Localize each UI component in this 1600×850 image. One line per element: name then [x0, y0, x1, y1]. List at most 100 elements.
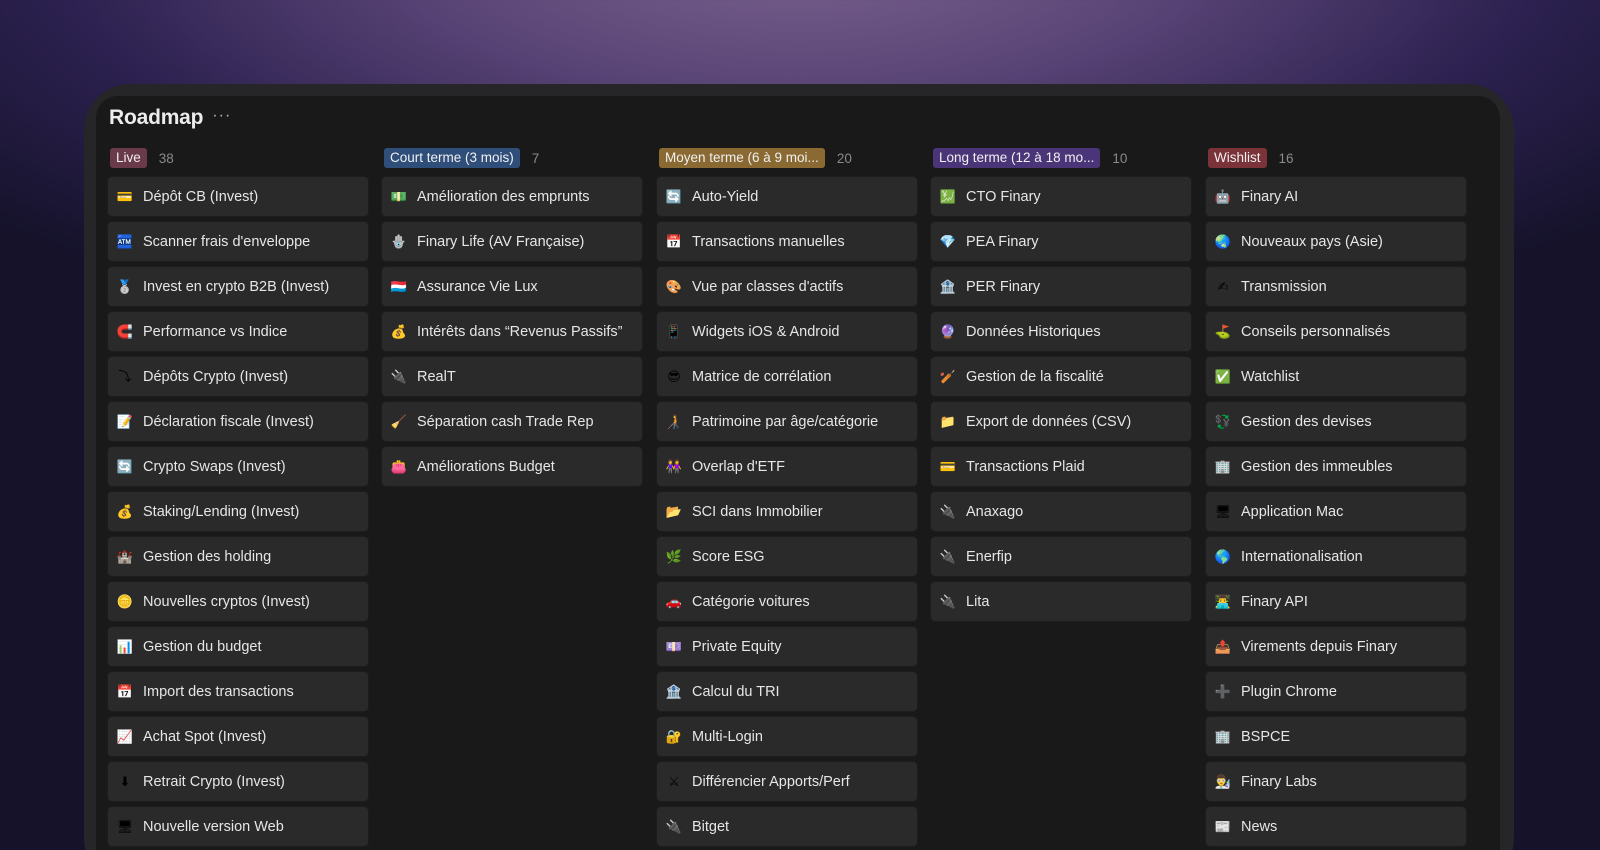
- roadmap-card[interactable]: 🔮 Données Historiques: [931, 312, 1191, 351]
- roadmap-card[interactable]: 📂 SCI dans Immobilier: [657, 492, 917, 531]
- column-status-tag[interactable]: Wishlist: [1208, 148, 1267, 168]
- roadmap-card[interactable]: 💹 CTO Finary: [931, 177, 1191, 216]
- card-label: Bitget: [692, 818, 730, 835]
- roadmap-card[interactable]: ➕ Plugin Chrome: [1206, 672, 1466, 711]
- column-status-tag[interactable]: Moyen terme (6 à 9 moi...: [659, 148, 825, 168]
- gem-icon: 💎: [939, 234, 957, 249]
- roadmap-card[interactable]: 👨‍💻 Finary API: [1206, 582, 1466, 621]
- roadmap-card[interactable]: 📰 News: [1206, 807, 1466, 846]
- roadmap-card[interactable]: 🇱🇺 Assurance Vie Lux: [382, 267, 642, 306]
- roadmap-card[interactable]: 🪬 Finary Life (AV Française): [382, 222, 642, 261]
- roadmap-card[interactable]: 📝 Déclaration fiscale (Invest): [108, 402, 368, 441]
- roadmap-card[interactable]: 📅 Import des transactions: [108, 672, 368, 711]
- card-label: Scanner frais d'enveloppe: [143, 233, 311, 250]
- roadmap-card[interactable]: 📁 Export de données (CSV): [931, 402, 1191, 441]
- people-icon: 👭: [665, 459, 683, 474]
- roadmap-card[interactable]: 👛 Améliorations Budget: [382, 447, 642, 486]
- card-label: Vue par classes d'actifs: [692, 278, 844, 295]
- roadmap-card[interactable]: 🖥 Application Mac: [1206, 492, 1466, 531]
- roadmap-card[interactable]: 💰 Staking/Lending (Invest): [108, 492, 368, 531]
- roadmap-card[interactable]: 🌎 Internationalisation: [1206, 537, 1466, 576]
- roadmap-card[interactable]: 🧹 Séparation cash Trade Rep: [382, 402, 642, 441]
- card-label: BSPCE: [1241, 728, 1291, 745]
- roadmap-card[interactable]: 📈 Achat Spot (Invest): [108, 717, 368, 756]
- roadmap-card[interactable]: 🔌 Anaxago: [931, 492, 1191, 531]
- roadmap-card[interactable]: 👨‍🔬 Finary Labs: [1206, 762, 1466, 801]
- newspaper-icon: 📰: [1214, 819, 1232, 834]
- roadmap-card[interactable]: 🏦 Calcul du TRI: [657, 672, 917, 711]
- roadmap-card[interactable]: 💎 PEA Finary: [931, 222, 1191, 261]
- roadmap-card[interactable]: 🌿 Score ESG: [657, 537, 917, 576]
- roadmap-card[interactable]: ✍ Transmission: [1206, 267, 1466, 306]
- globe-icon: 🌎: [1214, 549, 1232, 564]
- board-header: Roadmap ···: [109, 106, 231, 130]
- roadmap-card[interactable]: 🏧 Scanner frais d'enveloppe: [108, 222, 368, 261]
- column-status-tag[interactable]: Long terme (12 à 18 mo...: [933, 148, 1101, 168]
- roadmap-card[interactable]: 🔌 Enerfip: [931, 537, 1191, 576]
- column-0: Live 38 💳 Dépôt CB (Invest) 🏧 Scanner frais d…: [108, 148, 368, 850]
- roadmap-card[interactable]: 🏢 Gestion des immeubles: [1206, 447, 1466, 486]
- more-options-icon[interactable]: ···: [212, 107, 231, 125]
- card-label: Private Equity: [692, 638, 782, 655]
- roadmap-card[interactable]: ⚔ Différencier Apports/Perf: [657, 762, 917, 801]
- roadmap-card[interactable]: 📱 Widgets iOS & Android: [657, 312, 917, 351]
- roadmap-card[interactable]: 🔄 Auto-Yield: [657, 177, 917, 216]
- roadmap-card[interactable]: ⬇ Retrait Crypto (Invest): [108, 762, 368, 801]
- card-label: Finary Labs: [1241, 773, 1317, 790]
- roadmap-card[interactable]: 💳 Dépôt CB (Invest): [108, 177, 368, 216]
- roadmap-card[interactable]: ⤵ Dépôts Crypto (Invest): [108, 357, 368, 396]
- card-label: Invest en crypto B2B (Invest): [143, 278, 330, 295]
- roadmap-card[interactable]: 🏰 Gestion des holding: [108, 537, 368, 576]
- leaf-icon: 🌿: [665, 549, 683, 564]
- roadmap-card[interactable]: 🔐 Multi-Login: [657, 717, 917, 756]
- column-status-tag[interactable]: Live: [110, 148, 147, 168]
- roadmap-card[interactable]: 💷 Private Equity: [657, 627, 917, 666]
- roadmap-card[interactable]: 🏢 BSPCE: [1206, 717, 1466, 756]
- card-label: Retrait Crypto (Invest): [143, 773, 285, 790]
- card-label: Export de données (CSV): [966, 413, 1132, 430]
- roadmap-card[interactable]: 🔌 RealT: [382, 357, 642, 396]
- roadmap-card[interactable]: 💳 Transactions Plaid: [931, 447, 1191, 486]
- roadmap-card[interactable]: 💵 Amélioration des emprunts: [382, 177, 642, 216]
- roadmap-card[interactable]: 🔌 Bitget: [657, 807, 917, 846]
- hamsa-icon: 🪬: [390, 234, 408, 249]
- scientist-icon: 👨‍🔬: [1214, 774, 1232, 789]
- roadmap-card[interactable]: 🧑‍🦯 Patrimoine par âge/catégorie: [657, 402, 917, 441]
- roadmap-card[interactable]: ⛳ Conseils personnalisés: [1206, 312, 1466, 351]
- roadmap-card[interactable]: 🔄 Crypto Swaps (Invest): [108, 447, 368, 486]
- roadmap-card[interactable]: 🏏 Gestion de la fiscalité: [931, 357, 1191, 396]
- plug-icon: 🔌: [939, 594, 957, 609]
- roadmap-card[interactable]: 🥈 Invest en crypto B2B (Invest): [108, 267, 368, 306]
- column-header: Live 38: [110, 148, 368, 168]
- roadmap-card[interactable]: ✅ Watchlist: [1206, 357, 1466, 396]
- roadmap-card[interactable]: 🏦 PER Finary: [931, 267, 1191, 306]
- banknote-icon: 💵: [390, 189, 408, 204]
- roadmap-card[interactable]: 💱 Gestion des devises: [1206, 402, 1466, 441]
- roadmap-card[interactable]: 🖥 Nouvelle version Web: [108, 807, 368, 846]
- card-label: Nouvelles cryptos (Invest): [143, 593, 310, 610]
- column-status-tag[interactable]: Court terme (3 mois): [384, 148, 520, 168]
- card-label: Internationalisation: [1241, 548, 1363, 565]
- roadmap-card[interactable]: 🚗 Catégorie voitures: [657, 582, 917, 621]
- roadmap-card[interactable]: 💰 Intérêts dans “Revenus Passifs”: [382, 312, 642, 351]
- arrow-down-icon: ⤵: [118, 369, 132, 384]
- roadmap-card[interactable]: 😎 Matrice de corrélation: [657, 357, 917, 396]
- roadmap-card[interactable]: 🎨 Vue par classes d'actifs: [657, 267, 917, 306]
- roadmap-card[interactable]: 🪙 Nouvelles cryptos (Invest): [108, 582, 368, 621]
- roadmap-card[interactable]: 📤 Virements depuis Finary: [1206, 627, 1466, 666]
- card-label: Overlap d'ETF: [692, 458, 786, 475]
- roadmap-card[interactable]: 📅 Transactions manuelles: [657, 222, 917, 261]
- roadmap-card[interactable]: 🧲 Performance vs Indice: [108, 312, 368, 351]
- roadmap-card[interactable]: 🌏 Nouveaux pays (Asie): [1206, 222, 1466, 261]
- roadmap-card[interactable]: 🤖 Finary AI: [1206, 177, 1466, 216]
- roadmap-card[interactable]: 🔌 Lita: [931, 582, 1191, 621]
- card-label: RealT: [417, 368, 456, 385]
- palette-icon: 🎨: [665, 279, 683, 294]
- card-label: Enerfip: [966, 548, 1012, 565]
- memo-icon: 📝: [116, 414, 134, 429]
- roadmap-card[interactable]: 👭 Overlap d'ETF: [657, 447, 917, 486]
- roadmap-card[interactable]: 📊 Gestion du budget: [108, 627, 368, 666]
- outbox-icon: 📤: [1214, 639, 1232, 654]
- column-header: Wishlist 16: [1208, 148, 1466, 168]
- person-cane-icon: 🧑‍🦯: [665, 414, 683, 429]
